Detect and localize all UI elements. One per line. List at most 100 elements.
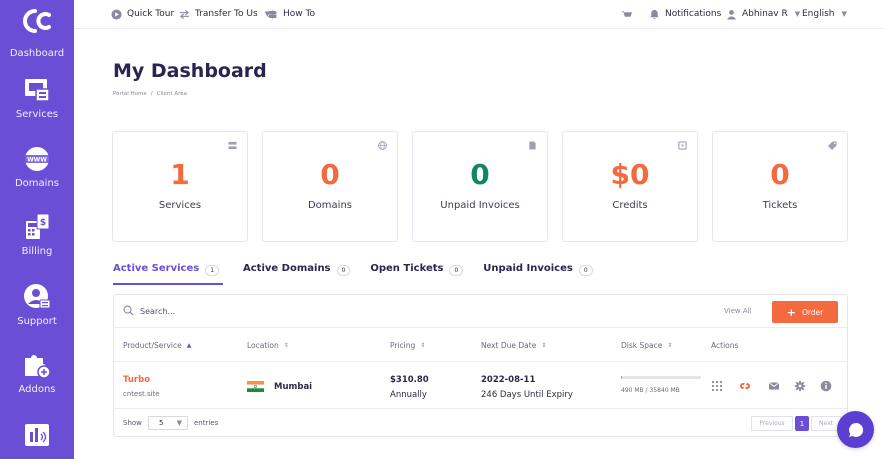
tab-bar: Active Services 1 Active Domains 0 Open … bbox=[113, 263, 613, 285]
mail-icon[interactable] bbox=[768, 380, 780, 392]
chat-icon bbox=[848, 422, 863, 437]
svg-text:$: $ bbox=[40, 218, 46, 228]
play-icon bbox=[111, 8, 122, 20]
tab-open-tickets[interactable]: Open Tickets 0 bbox=[370, 263, 464, 285]
page-number-button[interactable]: 1 bbox=[795, 416, 809, 431]
column-header-disk-space[interactable]: Disk Space ⇕ bbox=[621, 341, 672, 350]
document-icon bbox=[529, 141, 536, 150]
previous-page-button[interactable]: Previous bbox=[751, 416, 793, 431]
count-badge: 0 bbox=[449, 265, 464, 276]
sidebar-item-domains[interactable]: WWW Domains bbox=[0, 144, 74, 189]
puzzle-icon bbox=[25, 355, 51, 379]
tab-active-domains[interactable]: Active Domains 0 bbox=[243, 263, 351, 285]
cart-button[interactable] bbox=[621, 9, 632, 20]
info-icon[interactable] bbox=[820, 380, 832, 392]
billing-icon: $ bbox=[26, 213, 50, 239]
wallet-icon bbox=[678, 141, 687, 150]
count-badge: 0 bbox=[336, 265, 351, 276]
table-toolbar: View All + Order bbox=[114, 295, 847, 328]
chat-widget-button[interactable] bbox=[837, 411, 874, 448]
user-menu[interactable]: Abhinav R ▼ bbox=[726, 9, 800, 20]
logo-icon[interactable] bbox=[21, 7, 53, 35]
support-icon bbox=[24, 284, 51, 309]
sidebar-item-affiliates[interactable] bbox=[0, 420, 74, 450]
sidebar-item-support[interactable]: Support bbox=[0, 282, 74, 327]
sidebar-item-billing[interactable]: $ Billing bbox=[0, 212, 74, 257]
column-header-pricing[interactable]: Pricing ⇕ bbox=[390, 341, 425, 350]
stat-value: 1 bbox=[170, 158, 190, 191]
sidebar-item-label: Dashboard bbox=[9, 48, 65, 59]
view-all-link[interactable]: View All bbox=[724, 307, 752, 315]
page-title: My Dashboard bbox=[113, 60, 267, 82]
search-input[interactable] bbox=[140, 303, 440, 320]
column-header-due-date[interactable]: Next Due Date ⇕ bbox=[481, 341, 546, 350]
chevron-down-icon: ▼ bbox=[794, 10, 801, 18]
stat-card-credits[interactable]: $0 Credits bbox=[562, 131, 698, 242]
sidebar: Dashboard Services WWW Domains $ Billing… bbox=[0, 0, 74, 459]
svg-text:WWW: WWW bbox=[27, 157, 47, 164]
entries-per-page-select[interactable]: 5 ▼ bbox=[148, 416, 188, 430]
notifications-menu[interactable]: Notifications bbox=[649, 9, 721, 20]
sidebar-item-label: Domains bbox=[14, 178, 59, 189]
breadcrumb-current: Client Area bbox=[156, 91, 187, 97]
services-icon bbox=[25, 79, 50, 102]
due-date: 2022-08-11 bbox=[481, 375, 536, 385]
transfer-icon bbox=[179, 9, 190, 19]
sort-icon: ▲ bbox=[186, 341, 192, 349]
product-domain: cntest.site bbox=[123, 390, 160, 398]
breadcrumb: Portal Home / Client Area bbox=[113, 91, 187, 97]
location-name: Mumbai bbox=[274, 382, 313, 392]
stat-card-domains[interactable]: 0 Domains bbox=[262, 131, 398, 242]
sidebar-item-label: Support bbox=[17, 316, 57, 327]
user-icon bbox=[726, 9, 737, 20]
how-to-link[interactable]: How To bbox=[267, 9, 315, 20]
disk-usage-text: 490 MB / 35840 MB bbox=[621, 387, 680, 394]
sort-icon: ⇕ bbox=[420, 341, 426, 349]
billing-cycle: Annually bbox=[390, 390, 427, 400]
count-badge: 0 bbox=[578, 265, 593, 276]
globe-icon bbox=[378, 141, 387, 150]
sort-icon: ⇕ bbox=[541, 341, 547, 349]
grid-menu-icon[interactable] bbox=[711, 380, 723, 392]
quick-tour-link[interactable]: Quick Tour bbox=[111, 8, 174, 20]
chevron-down-icon: ▼ bbox=[841, 10, 847, 18]
stat-card-unpaid-invoices[interactable]: 0 Unpaid Invoices bbox=[412, 131, 548, 242]
stat-label: Unpaid Invoices bbox=[440, 200, 520, 211]
sidebar-item-services[interactable]: Services bbox=[0, 75, 74, 120]
cpanel-icon[interactable] bbox=[739, 380, 751, 392]
stat-label: Tickets bbox=[762, 200, 798, 211]
bell-icon bbox=[650, 9, 659, 19]
affiliate-icon bbox=[25, 424, 49, 446]
sidebar-item-addons[interactable]: Addons bbox=[0, 350, 74, 395]
cart-icon bbox=[621, 10, 632, 17]
sidebar-item-label: Addons bbox=[18, 384, 56, 395]
transfer-menu[interactable]: Transfer To Us ▼ bbox=[179, 9, 270, 20]
stat-label: Credits bbox=[612, 200, 648, 211]
disk-usage-bar bbox=[621, 376, 701, 379]
table-row[interactable]: Turbo cntest.site Mumbai $310.80 Annuall… bbox=[114, 362, 847, 409]
server-icon bbox=[228, 141, 237, 150]
column-header-product[interactable]: Product/Service ▲ bbox=[123, 341, 191, 350]
stat-value: 0 bbox=[320, 158, 340, 191]
column-header-location[interactable]: Location ⇕ bbox=[247, 341, 289, 350]
stat-card-services[interactable]: 1 Services bbox=[112, 131, 248, 242]
stat-card-tickets[interactable]: 0 Tickets bbox=[712, 131, 848, 242]
disk-usage-fill bbox=[621, 376, 623, 379]
breadcrumb-separator: / bbox=[150, 91, 153, 97]
order-button[interactable]: + Order bbox=[772, 301, 838, 323]
stat-value: 0 bbox=[770, 158, 790, 191]
stat-value: $0 bbox=[610, 158, 650, 191]
show-label: Show bbox=[123, 419, 142, 427]
tab-active-services[interactable]: Active Services 1 bbox=[113, 263, 224, 285]
product-name-link[interactable]: Turbo bbox=[123, 375, 150, 385]
breadcrumb-home[interactable]: Portal Home bbox=[113, 91, 147, 97]
tab-unpaid-invoices[interactable]: Unpaid Invoices 0 bbox=[483, 263, 593, 285]
sort-icon: ⇕ bbox=[283, 341, 289, 349]
stat-label: Services bbox=[158, 200, 202, 211]
gear-icon[interactable] bbox=[794, 380, 806, 392]
tag-icon bbox=[828, 141, 837, 150]
language-menu[interactable]: English ▼ bbox=[802, 9, 847, 19]
sort-icon: ⇕ bbox=[667, 341, 673, 349]
search-icon bbox=[123, 305, 134, 316]
sidebar-item-dashboard[interactable]: Dashboard bbox=[0, 44, 74, 59]
